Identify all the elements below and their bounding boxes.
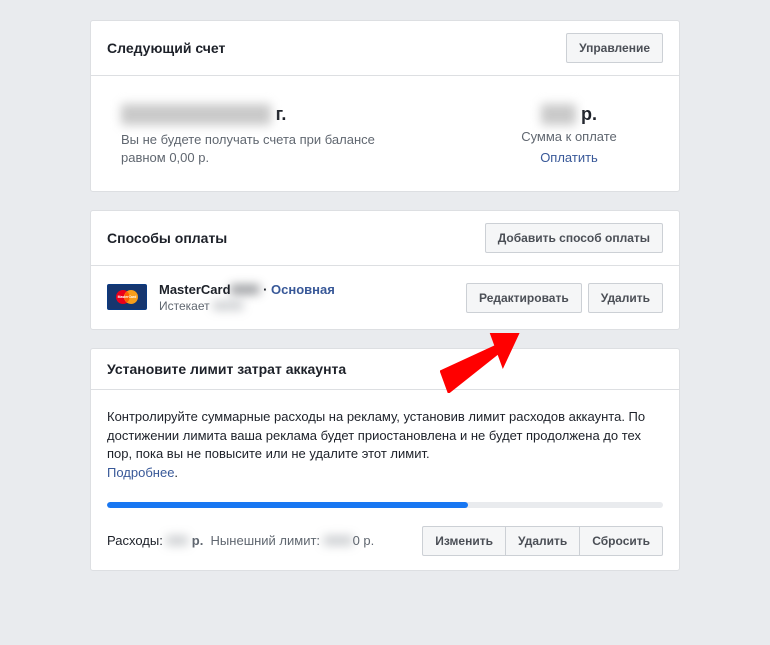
next-bill-amount-section: 0,00 р. Сумма к оплате Оплатить [489,104,649,167]
amount-due-label: Сумма к оплате [489,129,649,144]
spend-limit-body: Контролируйте суммарные расходы на рекла… [91,390,679,570]
spend-limit-description: Контролируйте суммарные расходы на рекла… [107,408,663,463]
next-bill-card: Следующий счет Управление 00 февраля 000… [90,20,680,192]
spend-limit-actions: Изменить Удалить Сбросить [422,526,663,556]
bill-currency: р. [581,104,597,124]
limit-suffix: 0 р. [353,533,375,548]
payment-methods-card: Способы оплаты Добавить способ оплаты Ma… [90,210,680,330]
next-bill-header: Следующий счет Управление [91,21,679,76]
card-name-line: MasterCard0000 · Основная [159,282,335,297]
spend-limit-title: Установите лимит затрат аккаунта [107,361,346,377]
expenses-hidden: 000 [166,533,188,548]
next-bill-date-section: 00 февраля 0000 г. Вы не будете получать… [121,104,489,167]
change-limit-button[interactable]: Изменить [422,526,506,556]
payment-card-actions: Редактировать Удалить [466,283,663,313]
spend-stats: Расходы: 000 р. Нынешний лимит: 00000 р. [107,533,374,548]
spend-limit-footer: Расходы: 000 р. Нынешний лимит: 00000 р.… [107,526,663,556]
bill-date-hidden: 00 февраля 0000 [121,104,271,125]
payment-methods-title: Способы оплаты [107,230,227,246]
card-expires-line: Истекает 00/00 [159,299,335,313]
card-number-hidden: 0000 [231,282,260,297]
spend-progress-fill [107,502,468,508]
learn-more-link[interactable]: Подробнее [107,465,174,480]
next-bill-title: Следующий счет [107,40,225,56]
mastercard-icon: MasterCard [107,284,147,310]
spend-limit-card: Установите лимит затрат аккаунта Контрол… [90,348,680,571]
card-separator: · [259,282,271,297]
current-limit-label: Нынешний лимит: [211,533,324,548]
expenses-label: Расходы: [107,533,166,548]
primary-badge: Основная [271,282,335,297]
learn-more-dot: . [174,465,178,480]
bill-date: 00 февраля 0000 г. [121,104,489,125]
reset-limit-button[interactable]: Сбросить [579,526,663,556]
bill-date-suffix: г. [276,104,287,124]
payment-card-text: MasterCard0000 · Основная Истекает 00/00 [159,282,335,313]
delete-card-button[interactable]: Удалить [588,283,663,313]
pay-link[interactable]: Оплатить [489,150,649,165]
card-brand: MasterCard [159,282,231,297]
bill-amount: 0,00 р. [489,104,649,125]
bill-amount-hidden: 0,00 [541,104,576,125]
payment-method-row: MasterCard MasterCard0000 · Основная Ист… [91,266,679,329]
manage-button[interactable]: Управление [566,33,663,63]
edit-card-button[interactable]: Редактировать [466,283,582,313]
expires-hidden: 00/00 [213,299,243,313]
expenses-currency: р. [192,533,204,548]
svg-text:MasterCard: MasterCard [118,295,137,299]
next-bill-body: 00 февраля 0000 г. Вы не будете получать… [91,76,679,191]
spend-limit-header: Установите лимит затрат аккаунта [91,349,679,390]
expires-label: Истекает [159,299,210,313]
spend-progress-bar [107,502,663,508]
payment-card-info: MasterCard MasterCard0000 · Основная Ист… [107,282,335,313]
delete-limit-button[interactable]: Удалить [505,526,580,556]
add-payment-method-button[interactable]: Добавить способ оплаты [485,223,663,253]
limit-hidden: 0000 [324,533,353,548]
bill-zero-balance-note: Вы не будете получать счета при балансе … [121,131,421,167]
payment-methods-header: Способы оплаты Добавить способ оплаты [91,211,679,266]
